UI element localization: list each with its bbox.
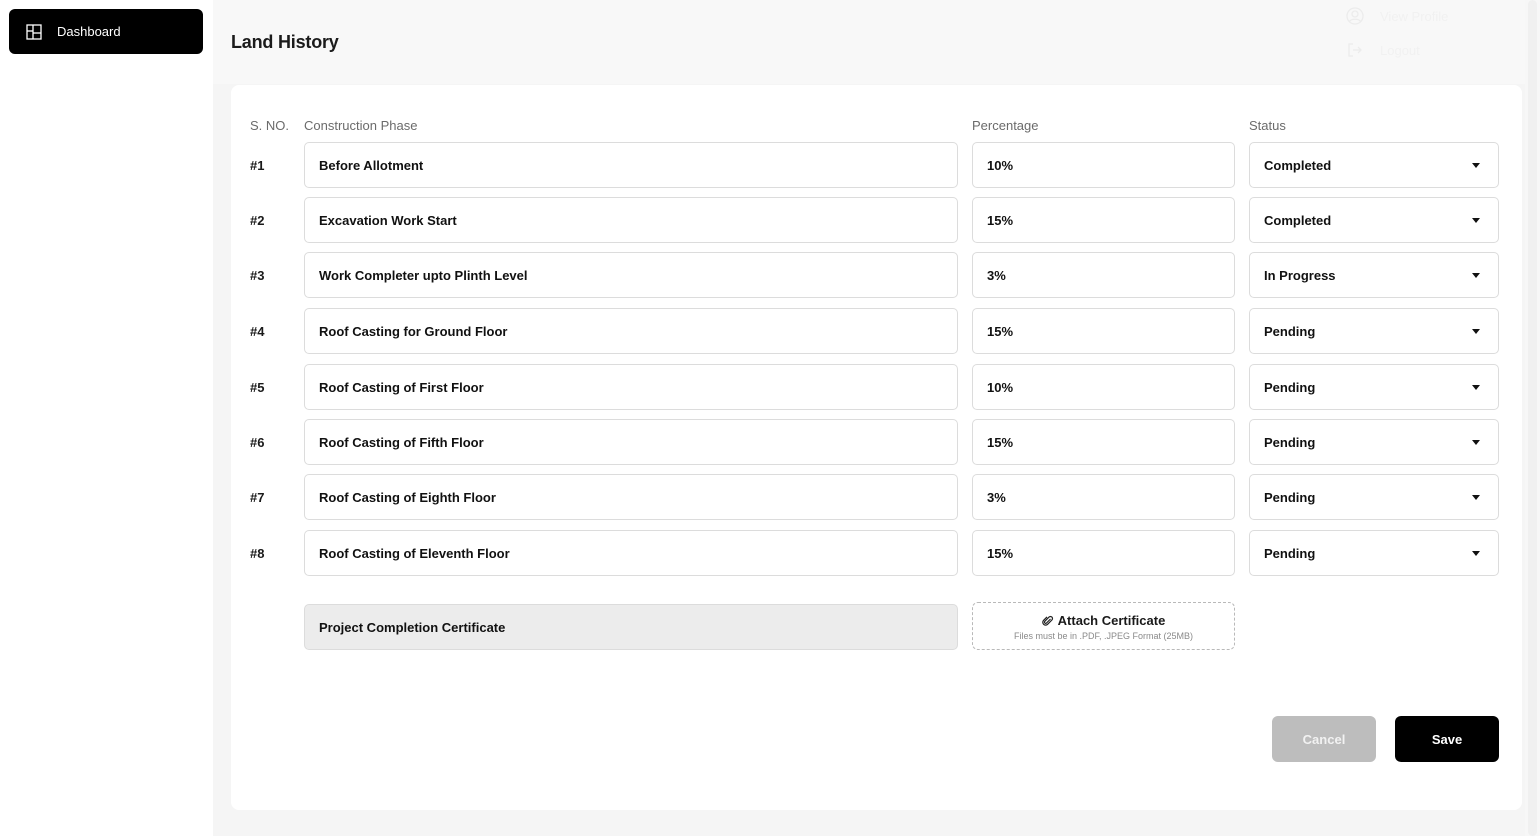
- caret-down-icon: [1472, 217, 1480, 223]
- phase-input[interactable]: Roof Casting of Eleventh Floor: [304, 530, 958, 576]
- attach-certificate-text: Attach Certificate: [1057, 613, 1166, 628]
- percentage-input[interactable]: 10%: [972, 142, 1235, 188]
- column-header-percentage: Percentage: [972, 118, 1039, 133]
- cancel-button[interactable]: Cancel: [1272, 716, 1376, 762]
- phase-input[interactable]: Work Completer upto Plinth Level: [304, 252, 958, 298]
- main-content: Land History View Profile Logout S. NO. …: [213, 0, 1540, 836]
- percentage-input[interactable]: 15%: [972, 197, 1235, 243]
- status-select[interactable]: Pending: [1249, 419, 1499, 465]
- phase-input[interactable]: Roof Casting of First Floor: [304, 364, 958, 410]
- column-header-phase: Construction Phase: [304, 118, 418, 133]
- phase-input[interactable]: Roof Casting for Ground Floor: [304, 308, 958, 354]
- row-number: #4: [250, 324, 265, 339]
- status-value: Pending: [1264, 489, 1316, 505]
- attach-hint: Files must be in .PDF, .JPEG Format (25M…: [1013, 631, 1194, 641]
- status-value: Pending: [1264, 545, 1316, 561]
- row-number: #6: [250, 435, 265, 450]
- sidebar: Dashboard: [0, 0, 213, 836]
- status-value: Pending: [1264, 323, 1316, 339]
- percentage-input[interactable]: 15%: [972, 308, 1235, 354]
- status-select[interactable]: Pending: [1249, 474, 1499, 520]
- scrollbar-thumb[interactable]: [1528, 0, 1537, 836]
- logout-link[interactable]: Logout: [1346, 40, 1448, 60]
- view-profile-label: View Profile: [1380, 8, 1449, 24]
- status-select[interactable]: In Progress: [1249, 252, 1499, 298]
- sidebar-item-dashboard[interactable]: Dashboard: [9, 9, 203, 54]
- percentage-input[interactable]: 15%: [972, 530, 1235, 576]
- status-value: Completed: [1264, 212, 1332, 228]
- user-circle-icon: [1346, 7, 1364, 25]
- percentage-input[interactable]: 3%: [972, 474, 1235, 520]
- page-title: Land History: [231, 32, 339, 52]
- attach-certificate-label: Attach Certificate: [973, 613, 1234, 628]
- percentage-input[interactable]: 3%: [972, 252, 1235, 298]
- caret-down-icon: [1472, 384, 1480, 390]
- status-select[interactable]: Completed: [1249, 197, 1499, 243]
- column-header-status: Status: [1249, 118, 1286, 133]
- status-select[interactable]: Pending: [1249, 530, 1499, 576]
- certificate-field: Project Completion Certificate: [304, 604, 958, 650]
- scrollbar[interactable]: [1525, 0, 1540, 836]
- paperclip-icon: [1041, 615, 1054, 627]
- logout-label: Logout: [1380, 42, 1420, 58]
- caret-down-icon: [1472, 328, 1480, 334]
- row-number: #5: [250, 380, 265, 395]
- land-history-card: S. NO. Construction Phase Percentage Sta…: [231, 85, 1522, 810]
- column-header-sno: S. NO.: [250, 118, 290, 133]
- user-menu: View Profile Logout: [1346, 6, 1448, 74]
- row-number: #1: [250, 158, 265, 173]
- row-number: #7: [250, 490, 265, 505]
- status-value: In Progress: [1264, 267, 1336, 283]
- logout-icon: [1346, 41, 1364, 59]
- status-select[interactable]: Pending: [1249, 308, 1499, 354]
- status-value: Pending: [1264, 379, 1316, 395]
- view-profile-link[interactable]: View Profile: [1346, 6, 1448, 26]
- phase-input[interactable]: Roof Casting of Eighth Floor: [304, 474, 958, 520]
- caret-down-icon: [1472, 272, 1480, 278]
- status-select[interactable]: Pending: [1249, 364, 1499, 410]
- attach-certificate-dropzone[interactable]: Attach Certificate Files must be in .PDF…: [972, 602, 1235, 650]
- phase-input[interactable]: Excavation Work Start: [304, 197, 958, 243]
- status-value: Completed: [1264, 157, 1332, 173]
- sidebar-item-label: Dashboard: [57, 24, 121, 39]
- phase-input[interactable]: Roof Casting of Fifth Floor: [304, 419, 958, 465]
- row-number: #8: [250, 546, 265, 561]
- caret-down-icon: [1472, 162, 1480, 168]
- percentage-input[interactable]: 15%: [972, 419, 1235, 465]
- percentage-input[interactable]: 10%: [972, 364, 1235, 410]
- status-value: Pending: [1264, 434, 1316, 450]
- header: Land History View Profile Logout: [213, 0, 1525, 84]
- row-number: #2: [250, 213, 265, 228]
- phase-input[interactable]: Before Allotment: [304, 142, 958, 188]
- layout-icon: [26, 23, 42, 40]
- row-number: #3: [250, 268, 265, 283]
- caret-down-icon: [1472, 494, 1480, 500]
- save-button[interactable]: Save: [1395, 716, 1499, 762]
- caret-down-icon: [1472, 550, 1480, 556]
- caret-down-icon: [1472, 439, 1480, 445]
- status-select[interactable]: Completed: [1249, 142, 1499, 188]
